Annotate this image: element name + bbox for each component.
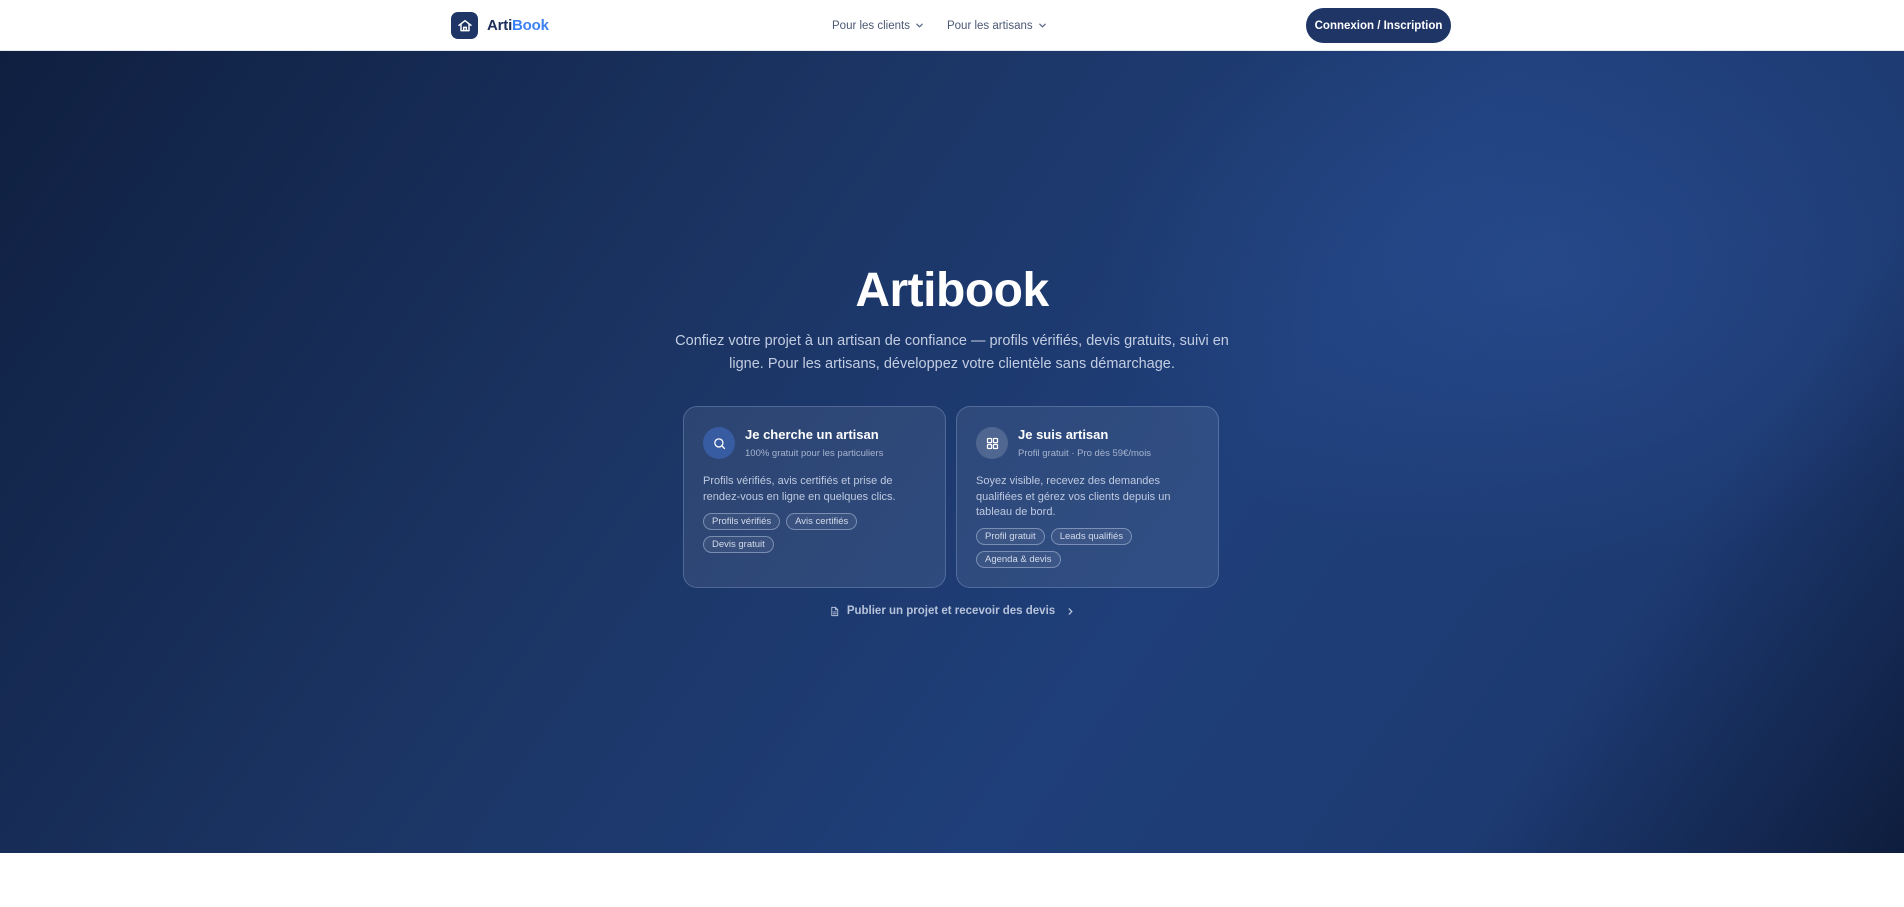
card-i-am-artisan[interactable]: Je suis artisan Profil gratuit · Pro dès… bbox=[956, 406, 1219, 588]
nav-item-clients[interactable]: Pour les clients bbox=[832, 20, 924, 32]
tag: Agenda & devis bbox=[976, 551, 1061, 568]
hero-subtitle: Confiez votre projet à un artisan de con… bbox=[675, 333, 1229, 372]
hero-section: Artibook Confiez votre projet à un artis… bbox=[0, 51, 1904, 853]
card-tags: Profils vérifiés Avis certifiés Devis gr… bbox=[703, 513, 933, 553]
card-title: Je cherche un artisan bbox=[745, 427, 879, 442]
publish-project-link[interactable]: Publier un projet et recevoir des devis bbox=[829, 605, 1075, 617]
house-icon bbox=[451, 12, 478, 39]
chevron-down-icon bbox=[1038, 23, 1046, 28]
logo[interactable]: ArtiBook bbox=[451, 12, 549, 39]
card-tags: Profil gratuit Leads qualifiés Agenda & … bbox=[976, 528, 1206, 568]
tag: Leads qualifiés bbox=[1050, 528, 1133, 545]
search-icon bbox=[703, 427, 735, 459]
nav-item-artisans-label: Pour les artisans bbox=[946, 19, 1033, 32]
nav-item-artisans[interactable]: Pour les artisans bbox=[947, 20, 1047, 32]
tag: Profils vérifiés bbox=[703, 513, 781, 530]
nav-item-clients-label: Pour les clients bbox=[832, 19, 910, 32]
chevron-down-icon bbox=[916, 23, 923, 28]
card-description: Profils vérifiés, avis certifiés et pris… bbox=[703, 475, 896, 503]
publish-row: Publier un projet et recevoir des devis bbox=[0, 605, 1904, 617]
publish-project-label: Publier un projet et recevoir des devis bbox=[846, 605, 1056, 617]
tag: Profil gratuit bbox=[976, 528, 1045, 545]
dashboard-grid-icon bbox=[976, 427, 1008, 459]
card-description: Soyez visible, recevez des demandes qual… bbox=[976, 475, 1171, 518]
card-title: Je suis artisan bbox=[1018, 427, 1109, 442]
logo-text: ArtiBook bbox=[487, 17, 549, 34]
top-header: ArtiBook Pour les clients Pour les artis… bbox=[0, 0, 1904, 51]
logo-text-part1: Arti bbox=[487, 17, 513, 34]
tag: Avis certifiés bbox=[786, 513, 858, 530]
main-nav: Pour les clients Pour les artisans bbox=[832, 0, 1047, 51]
card-subtitle: 100% gratuit pour les particuliers bbox=[745, 448, 884, 459]
chevron-right-icon bbox=[1068, 607, 1073, 615]
tag: Devis gratuit bbox=[703, 536, 774, 553]
card-find-artisan[interactable]: Je cherche un artisan 100% gratuit pour … bbox=[683, 406, 946, 588]
card-subtitle: Profil gratuit · Pro dès 59€/mois bbox=[1018, 448, 1152, 459]
hero-title: Artibook bbox=[855, 264, 1049, 317]
document-icon bbox=[831, 606, 838, 616]
login-signup-button[interactable]: Connexion / Inscription bbox=[1306, 8, 1451, 43]
logo-text-part2: Book bbox=[512, 17, 549, 34]
